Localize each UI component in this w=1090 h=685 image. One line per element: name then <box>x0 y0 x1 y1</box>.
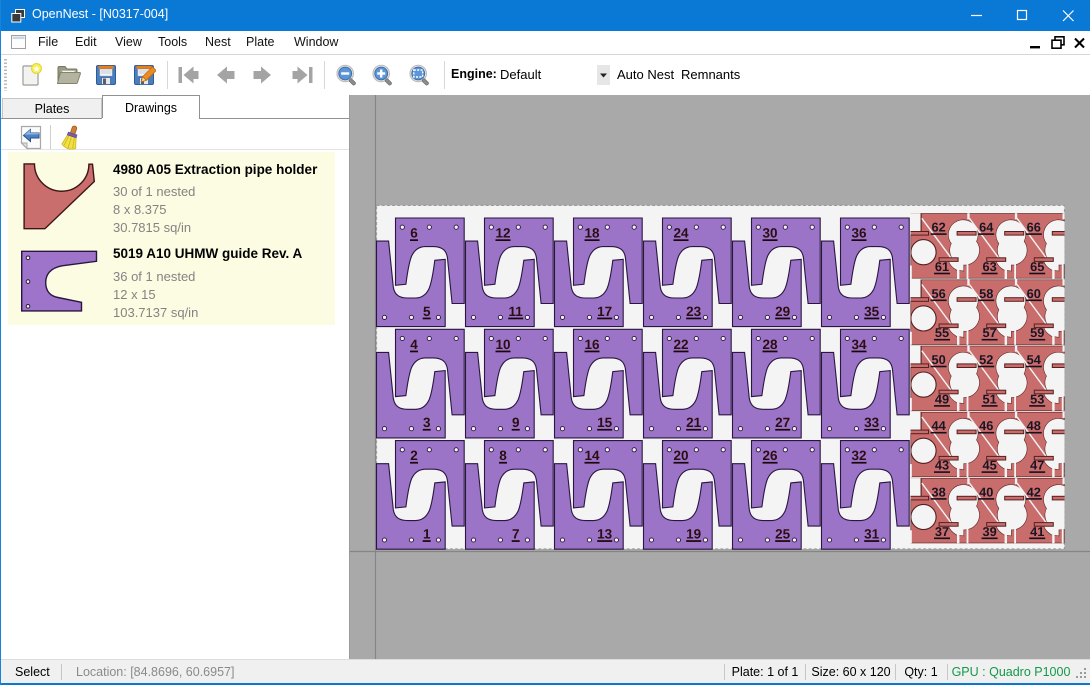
svg-text:65: 65 <box>1030 259 1044 274</box>
svg-text:11: 11 <box>509 304 524 319</box>
svg-text:34: 34 <box>851 337 867 352</box>
svg-text:2: 2 <box>410 448 418 463</box>
svg-text:8: 8 <box>499 448 507 463</box>
svg-text:47: 47 <box>1030 458 1044 473</box>
svg-text:42: 42 <box>1027 484 1041 499</box>
svg-text:61: 61 <box>935 259 949 274</box>
svg-text:30: 30 <box>762 226 777 241</box>
svg-text:44: 44 <box>931 418 946 433</box>
svg-text:1: 1 <box>423 526 431 541</box>
svg-text:21: 21 <box>686 415 702 430</box>
svg-text:23: 23 <box>686 304 702 319</box>
svg-text:50: 50 <box>931 352 945 367</box>
svg-text:14: 14 <box>584 448 600 463</box>
svg-text:41: 41 <box>1030 524 1044 539</box>
svg-text:16: 16 <box>584 337 600 352</box>
svg-text:45: 45 <box>982 458 996 473</box>
svg-text:4: 4 <box>410 337 418 352</box>
svg-text:6: 6 <box>410 226 418 241</box>
svg-text:39: 39 <box>982 524 996 539</box>
svg-text:64: 64 <box>979 220 994 235</box>
svg-text:49: 49 <box>935 391 949 406</box>
svg-text:57: 57 <box>982 325 996 340</box>
svg-text:59: 59 <box>1030 325 1044 340</box>
svg-text:24: 24 <box>673 226 689 241</box>
svg-text:13: 13 <box>597 526 613 541</box>
svg-text:35: 35 <box>864 304 880 319</box>
svg-text:48: 48 <box>1027 418 1041 433</box>
svg-text:28: 28 <box>762 337 778 352</box>
svg-text:63: 63 <box>982 259 996 274</box>
svg-text:40: 40 <box>979 484 993 499</box>
svg-text:58: 58 <box>979 286 993 301</box>
svg-text:9: 9 <box>512 415 520 430</box>
svg-text:55: 55 <box>935 325 949 340</box>
svg-text:17: 17 <box>597 304 612 319</box>
svg-text:36: 36 <box>851 226 867 241</box>
svg-text:38: 38 <box>931 484 945 499</box>
svg-text:37: 37 <box>935 524 949 539</box>
svg-text:66: 66 <box>1027 220 1041 235</box>
svg-text:26: 26 <box>762 448 778 463</box>
svg-text:54: 54 <box>1027 352 1042 367</box>
svg-text:60: 60 <box>1027 286 1041 301</box>
svg-text:18: 18 <box>584 226 600 241</box>
svg-text:51: 51 <box>982 391 996 406</box>
svg-text:46: 46 <box>979 418 993 433</box>
svg-text:31: 31 <box>864 526 880 541</box>
svg-text:19: 19 <box>686 526 701 541</box>
svg-text:22: 22 <box>673 337 688 352</box>
svg-text:43: 43 <box>935 458 949 473</box>
svg-text:10: 10 <box>495 337 510 352</box>
svg-text:29: 29 <box>775 304 790 319</box>
svg-text:25: 25 <box>775 526 791 541</box>
svg-text:52: 52 <box>979 352 993 367</box>
svg-text:7: 7 <box>512 526 520 541</box>
svg-text:15: 15 <box>597 415 613 430</box>
svg-text:53: 53 <box>1030 391 1044 406</box>
svg-text:12: 12 <box>495 226 510 241</box>
svg-text:62: 62 <box>931 220 945 235</box>
svg-text:56: 56 <box>931 286 945 301</box>
svg-text:33: 33 <box>864 415 880 430</box>
svg-text:32: 32 <box>851 448 866 463</box>
svg-text:3: 3 <box>423 415 431 430</box>
svg-text:27: 27 <box>775 415 790 430</box>
svg-text:20: 20 <box>673 448 688 463</box>
svg-text:5: 5 <box>423 304 431 319</box>
